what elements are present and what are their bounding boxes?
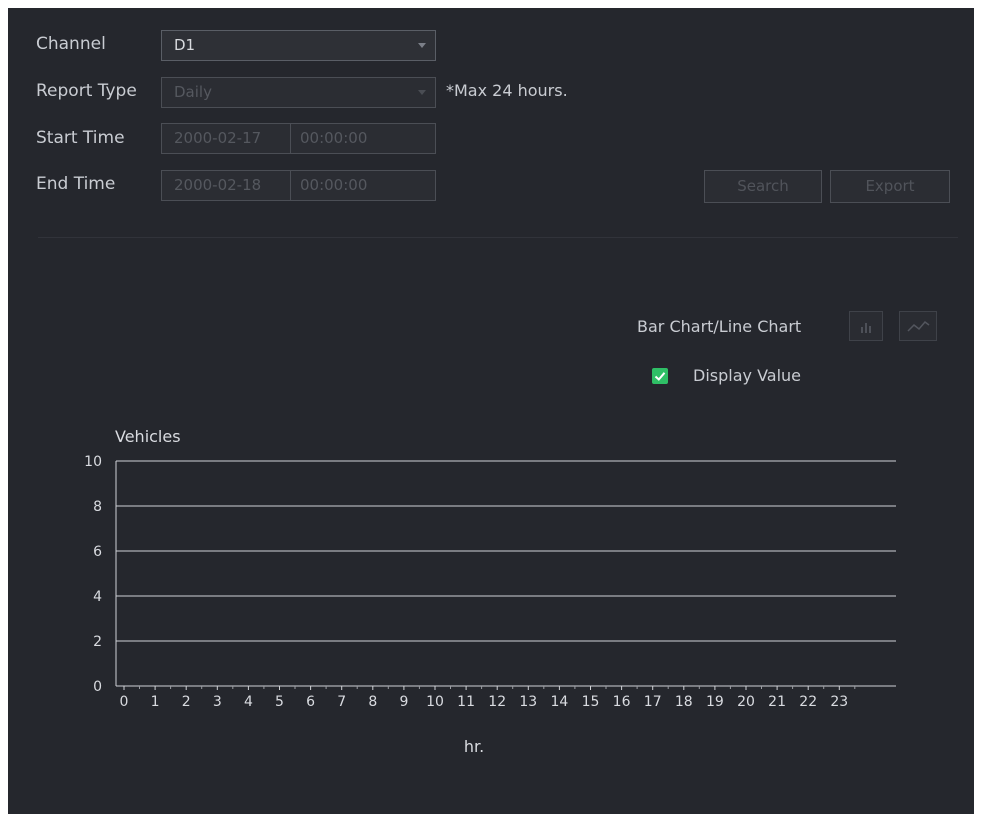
x-tick-label: 8 xyxy=(368,694,377,710)
x-tick-label: 0 xyxy=(120,694,129,710)
x-tick-label: 7 xyxy=(337,694,346,710)
y-axis: 0 2 4 6 8 10 xyxy=(84,454,896,695)
y-tick-label: 0 xyxy=(93,679,102,695)
x-tick-label: 17 xyxy=(644,694,662,710)
x-tick-label: 18 xyxy=(675,694,693,710)
y-tick-label: 2 xyxy=(93,634,102,650)
y-tick-label: 10 xyxy=(84,454,102,470)
x-tick-label: 14 xyxy=(550,694,568,710)
x-axis: 0 1 2 3 4 5 6 7 8 9 10 11 12 13 14 15 16 17 18 19 20 21 22 23 xyxy=(120,686,856,710)
y-tick-label: 4 xyxy=(93,589,102,605)
x-tick-label: 2 xyxy=(182,694,191,710)
y-tick-label: 8 xyxy=(93,499,102,515)
y-tick-label: 6 xyxy=(93,544,102,560)
x-tick-label: 3 xyxy=(213,694,222,710)
x-tick-label: 9 xyxy=(399,694,408,710)
x-tick-label: 23 xyxy=(830,694,848,710)
x-tick-label: 11 xyxy=(457,694,475,710)
vehicles-chart: Vehicles 0246810 0 1 2 3 4 5 6 7 8 9 10 11 12 13 14 15 1… xyxy=(84,427,896,756)
y-axis-title: Vehicles xyxy=(115,427,181,446)
x-tick-label: 16 xyxy=(613,694,631,710)
report-panel: Channel D1 Report Type Daily *Max 24 hou… xyxy=(8,8,974,814)
x-tick-label: 13 xyxy=(519,694,537,710)
x-tick-label: 20 xyxy=(737,694,755,710)
x-tick-label: 22 xyxy=(799,694,817,710)
x-tick-label: 19 xyxy=(706,694,724,710)
x-axis-title: hr. xyxy=(464,737,484,756)
x-tick-label: 4 xyxy=(244,694,253,710)
x-tick-label: 1 xyxy=(151,694,160,710)
x-tick-label: 10 xyxy=(426,694,444,710)
x-tick-label: 5 xyxy=(275,694,284,710)
x-tick-label: 12 xyxy=(488,694,506,710)
x-tick-label: 6 xyxy=(306,694,315,710)
x-tick-label: 21 xyxy=(768,694,786,710)
x-tick-label: 15 xyxy=(582,694,600,710)
